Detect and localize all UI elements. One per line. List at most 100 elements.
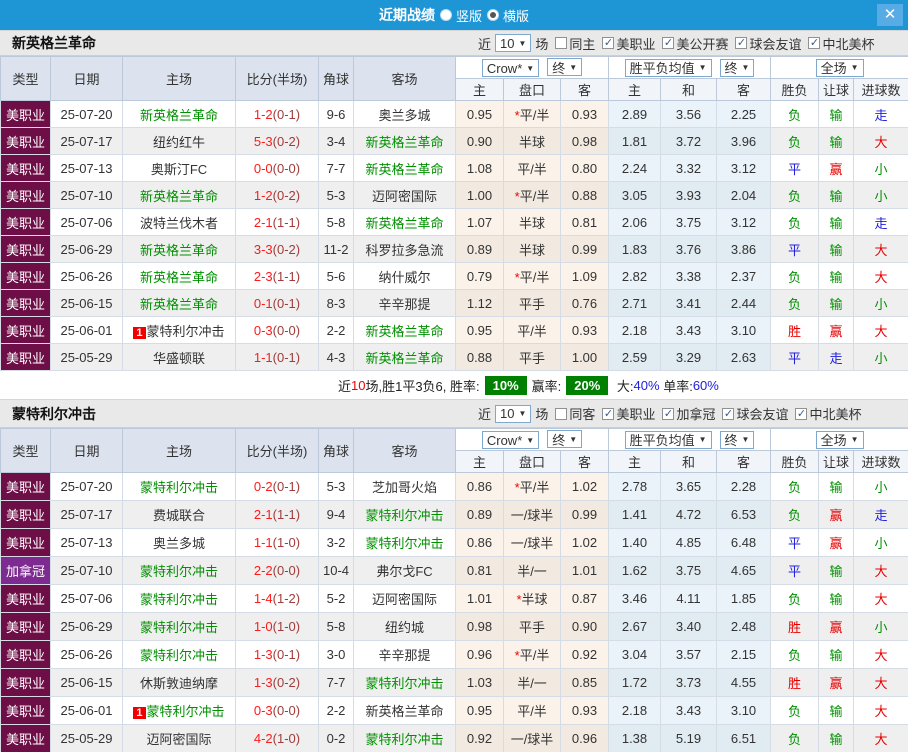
table-row: 美职业 25-06-26 蒙特利尔冲击 1-3(0-1) 3-0 辛辛那提 0.96 *平/半…: [0, 640, 908, 669]
league-cell: 美职业: [0, 640, 51, 669]
away-odds-cell: 1.00: [560, 343, 609, 371]
result-goals: 大: [874, 592, 888, 607]
avg-home-cell: 1.40: [608, 528, 661, 557]
fulltime-score: 2-1: [253, 507, 273, 522]
away-team-cell: 新英格兰革命: [353, 316, 456, 344]
result-handicap: 赢: [829, 508, 843, 523]
corners-cell: 3-0: [318, 640, 354, 669]
result-goals: 小: [874, 536, 888, 551]
avg-draw-cell: 5.19: [660, 724, 717, 752]
table-row: 美职业 25-07-17 费城联合 2-1(1-1) 9-4 蒙特利尔冲击 0.89 一/球半…: [0, 500, 908, 529]
handicap-text: 平手: [518, 350, 545, 366]
away-team-cell: 纽约城: [353, 612, 456, 641]
result-wdl-cell: 胜: [770, 612, 820, 641]
table-row: 美职业 25-06-15 新英格兰革命 0-1(0-1) 8-3 辛辛那提 1.12 平手 0.…: [0, 289, 908, 317]
date-cell: 25-06-01: [50, 696, 123, 725]
date-cell: 25-05-29: [50, 724, 123, 752]
corners-cell: 4-3: [318, 343, 354, 371]
result-goals: 走: [874, 508, 888, 523]
result-handicap: 赢: [829, 676, 843, 691]
league-checkbox-1[interactable]: ✓: [662, 37, 675, 49]
home-team-name: 华盛顿联: [152, 350, 205, 366]
dropdown-arrow-icon: ▼: [526, 63, 535, 73]
score-cell: 0-0(0-0): [235, 154, 319, 182]
result-goals-cell: 大: [853, 127, 908, 155]
league-checkbox-1[interactable]: ✓: [662, 407, 675, 420]
league-checkbox-0[interactable]: ✓: [602, 37, 615, 49]
away-odds-cell: 0.93: [560, 100, 609, 128]
result-handicap-cell: 输: [818, 262, 855, 290]
odds-final-select-1[interactable]: 终 ▼: [547, 58, 583, 76]
filter-matches-label: 场: [535, 407, 549, 422]
avg-odds-select[interactable]: 胜平负均值 ▼: [624, 430, 712, 449]
league-checkbox-label-1: 美公开赛: [676, 36, 729, 52]
games-count-select[interactable]: 10 ▼: [495, 404, 532, 423]
league-checkbox-2[interactable]: ✓: [722, 407, 735, 420]
away-team-cell: 蒙特利尔冲击: [353, 528, 456, 557]
league-cell: 美职业: [0, 262, 51, 290]
home-team-cell: 奥兰多城: [122, 528, 236, 557]
fulltime-select[interactable]: 全场 ▼: [815, 58, 864, 77]
avg-home-cell: 2.67: [608, 612, 661, 641]
league-checkbox-0[interactable]: ✓: [602, 407, 615, 420]
dropdown-arrow-icon: ▼: [741, 63, 750, 72]
date-header: 日期: [50, 56, 123, 101]
result-goals: 小: [874, 188, 888, 204]
corners-cell: 5-6: [318, 262, 354, 290]
halftime-score: (0-1): [272, 647, 301, 662]
result-goals: 大: [874, 269, 888, 285]
games-count-select[interactable]: 10 ▼: [495, 34, 532, 52]
result-handicap: 输: [829, 704, 843, 719]
odds-source-select[interactable]: Crow* ▼: [481, 431, 540, 449]
score-cell: 1-2(0-1): [235, 100, 319, 128]
league-checkbox-3[interactable]: ✓: [808, 37, 821, 49]
halftime-score: (0-1): [272, 349, 301, 365]
dropdown-arrow-icon: ▼: [741, 435, 750, 444]
score-cell: 5-3(0-2): [235, 127, 319, 155]
same-venue-checkbox[interactable]: [555, 407, 568, 420]
odds-source-select[interactable]: Crow* ▼: [481, 59, 540, 77]
league-checkbox-2[interactable]: ✓: [735, 37, 748, 49]
radio-checked-icon[interactable]: [487, 9, 499, 21]
page-title: 近期战绩: [378, 7, 435, 23]
result-goals: 大: [874, 704, 888, 719]
avg-away-cell: 2.63: [715, 343, 772, 371]
result-goals: 大: [874, 134, 888, 150]
away-odds-cell: 0.98: [560, 127, 609, 155]
handicap-cell: 半球: [503, 208, 561, 236]
odds-final-select-2[interactable]: 终 ▼: [719, 430, 755, 449]
handicap-cell: 平手: [503, 289, 561, 317]
radio-icon[interactable]: [439, 9, 452, 21]
dropdown-arrow-icon: ▼: [850, 435, 859, 444]
halftime-score: (0-1): [272, 295, 301, 311]
away-odds-cell: 0.99: [560, 500, 609, 529]
avg-odds-select[interactable]: 胜平负均值 ▼: [624, 58, 712, 77]
avg-home-cell: 1.41: [608, 500, 661, 529]
fulltime-score: 1-2: [253, 187, 273, 203]
fulltime-select-value: 全场: [820, 433, 847, 448]
date-cell: 25-07-13: [50, 528, 123, 557]
close-button[interactable]: ✕: [877, 4, 903, 26]
handicap-text: 平/半: [519, 188, 550, 204]
same-venue-checkbox[interactable]: [555, 37, 568, 49]
odds-final-select-2[interactable]: 终 ▼: [719, 58, 755, 77]
radio-horizontal-layout[interactable]: 横版: [487, 6, 529, 25]
away-odds-cell: 0.80: [560, 154, 609, 182]
odds-final-select-1[interactable]: 终 ▼: [547, 430, 583, 448]
halftime-score: (0-2): [272, 133, 301, 149]
home-odds-cell: 0.90: [455, 127, 504, 155]
league-checkbox-3[interactable]: ✓: [795, 407, 808, 420]
handicap-cell: 半/一: [503, 556, 561, 585]
away-odds-cell: 1.02: [560, 472, 609, 501]
corners-cell: 9-4: [318, 500, 354, 529]
fulltime-select[interactable]: 全场 ▼: [815, 430, 864, 449]
result-goals-cell: 小: [853, 472, 908, 501]
handicap-subheader: 盘口: [503, 450, 561, 473]
home-team-name: 休斯敦迪纳摩: [139, 676, 218, 691]
result-wdl-cell: 负: [770, 640, 820, 669]
result-wdl: 负: [788, 269, 802, 285]
radio-vertical-layout[interactable]: 竖版: [439, 6, 482, 25]
title-group: 近期战绩 竖版 横版: [379, 5, 529, 25]
table-row: 美职业 25-05-29 华盛顿联 1-1(0-1) 4-3 新英格兰革命 0.88 平手 1.…: [0, 343, 908, 371]
result-handicap: 输: [829, 592, 843, 607]
